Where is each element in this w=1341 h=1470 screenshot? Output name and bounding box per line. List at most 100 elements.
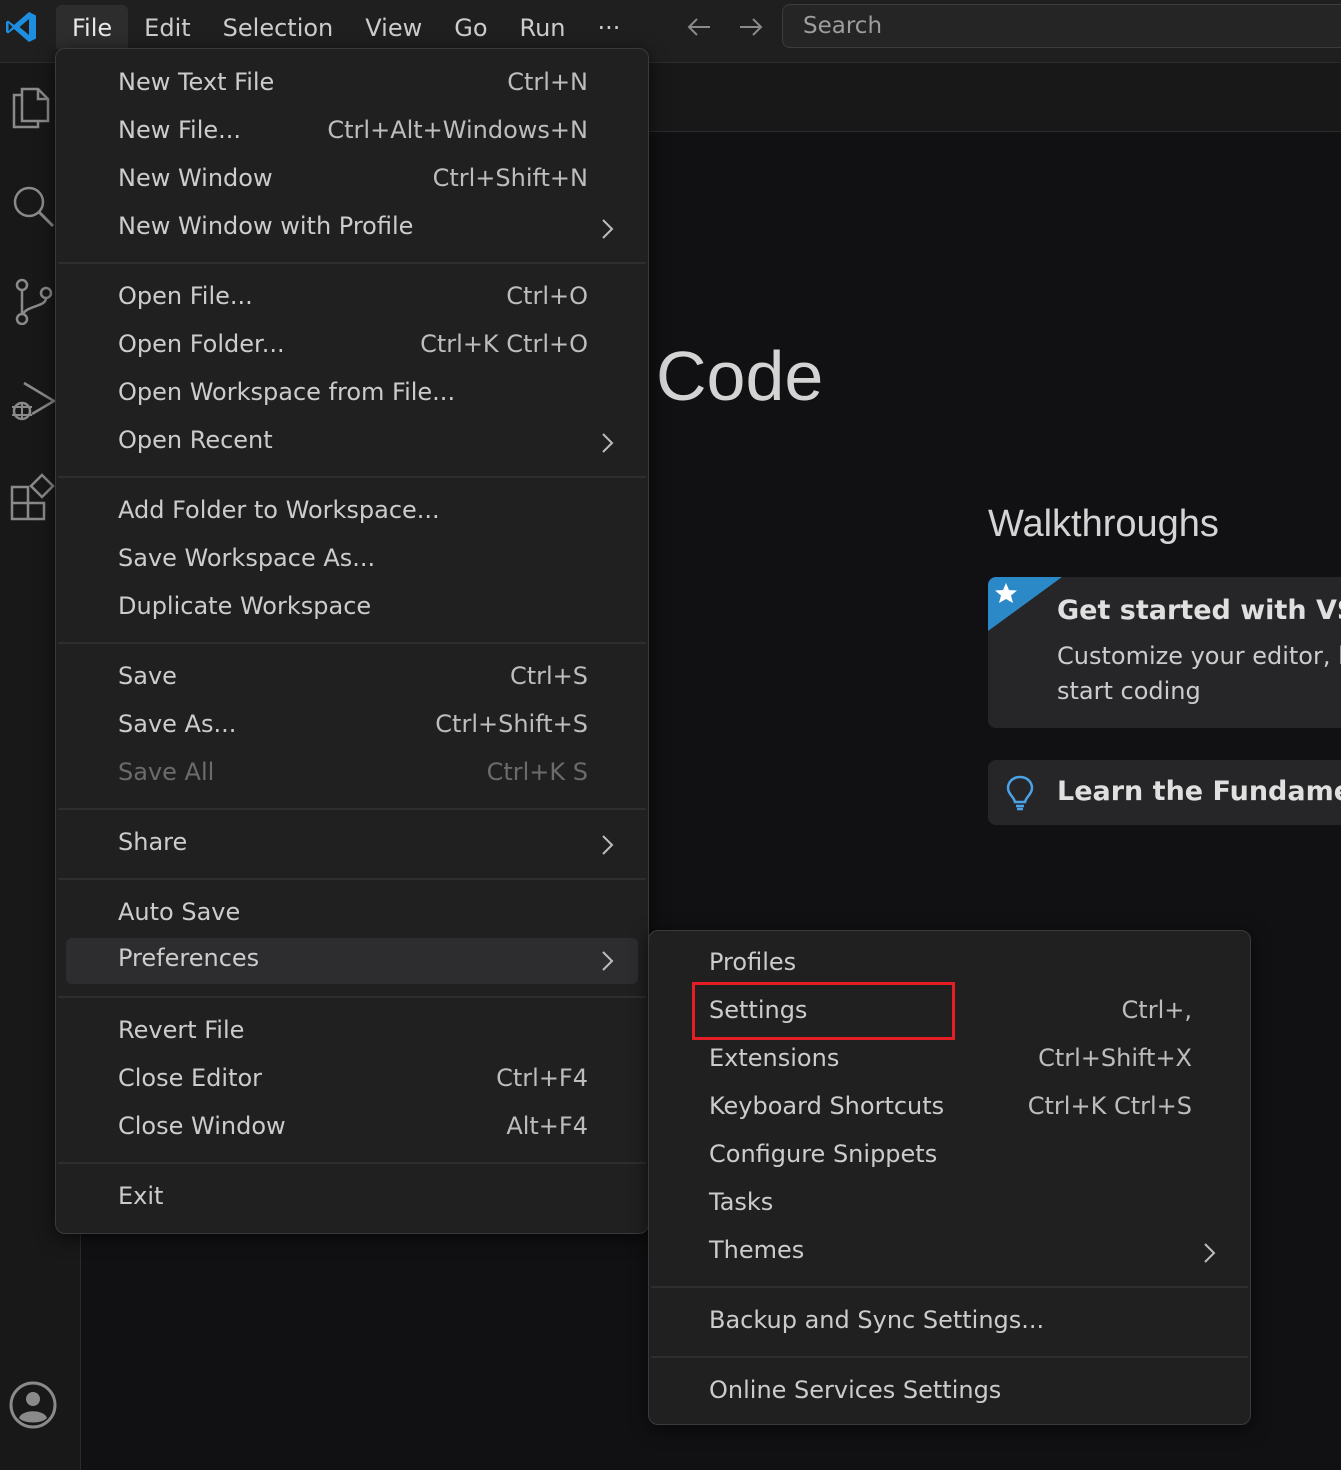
- menu-separator: [58, 476, 646, 478]
- menu-view[interactable]: View: [349, 5, 438, 51]
- item-label: Online Services Settings: [709, 1376, 1002, 1404]
- menu-overflow[interactable]: ···: [582, 5, 637, 51]
- menu-item-extensions[interactable]: Extensions Ctrl+Shift+X: [659, 1038, 1240, 1084]
- menu-item-save[interactable]: Save Ctrl+S: [66, 656, 638, 702]
- item-label: Save All: [118, 758, 215, 786]
- menu-separator: [58, 878, 646, 880]
- menu-item-preferences[interactable]: Preferences: [66, 938, 638, 984]
- item-label: New Window: [118, 164, 273, 192]
- chevron-right-icon: [602, 951, 614, 971]
- search-label: Search: [803, 13, 883, 39]
- menu-item-close-editor[interactable]: Close Editor Ctrl+F4: [66, 1058, 638, 1104]
- menu-item-save-as[interactable]: Save As... Ctrl+Shift+S: [66, 704, 638, 750]
- menu-item-add-folder-to-workspace[interactable]: Add Folder to Workspace...: [66, 490, 638, 536]
- menu-run[interactable]: Run: [504, 5, 582, 51]
- item-label: Save As...: [118, 710, 237, 738]
- item-label: Open Folder...: [118, 330, 285, 358]
- menu-separator: [651, 1286, 1248, 1288]
- settings-highlight-box: [692, 982, 955, 1040]
- menu-item-new-text-file[interactable]: New Text File Ctrl+N: [66, 62, 638, 108]
- account-icon[interactable]: [8, 1380, 58, 1430]
- menu-item-online-services-settings[interactable]: Online Services Settings: [659, 1370, 1240, 1416]
- item-label: Revert File: [118, 1016, 245, 1044]
- menu-item-new-window[interactable]: New Window Ctrl+Shift+N: [66, 158, 638, 204]
- extensions-icon[interactable]: [8, 473, 56, 521]
- menu-item-open-workspace-from-file[interactable]: Open Workspace from File...: [66, 372, 638, 418]
- menu-item-save-all: Save All Ctrl+K S: [66, 752, 638, 798]
- menu-go[interactable]: Go: [438, 5, 503, 51]
- menu-item-exit[interactable]: Exit: [66, 1176, 638, 1222]
- item-label: Open Workspace from File...: [118, 378, 456, 406]
- item-label: Share: [118, 828, 188, 856]
- menu-item-new-file[interactable]: New File... Ctrl+Alt+Windows+N: [66, 110, 638, 156]
- run-debug-icon[interactable]: [8, 377, 56, 425]
- item-label: Duplicate Workspace: [118, 592, 372, 620]
- menu-item-auto-save[interactable]: Auto Save: [66, 892, 638, 938]
- item-label: Preferences: [118, 944, 260, 972]
- item-label: Extensions: [709, 1044, 840, 1072]
- menu-separator: [58, 996, 646, 998]
- walkthrough-card-fundamentals[interactable]: Learn the Fundamenta: [988, 760, 1341, 825]
- arrow-right-icon[interactable]: [736, 12, 766, 42]
- menu-item-open-file[interactable]: Open File... Ctrl+O: [66, 276, 638, 322]
- item-shortcut: Ctrl+K Ctrl+S: [1027, 1092, 1192, 1120]
- item-shortcut: Ctrl+S: [509, 662, 588, 690]
- menu-item-backup-sync-settings[interactable]: Backup and Sync Settings...: [659, 1300, 1240, 1346]
- menu-separator: [58, 262, 646, 264]
- vscode-logo-icon[interactable]: [4, 10, 38, 44]
- search-icon[interactable]: [8, 181, 56, 229]
- welcome-title: Code: [656, 337, 824, 415]
- menu-item-revert-file[interactable]: Revert File: [66, 1010, 638, 1056]
- menu-item-configure-snippets[interactable]: Configure Snippets: [659, 1134, 1240, 1180]
- item-label: Profiles: [709, 948, 797, 976]
- item-label: Keyboard Shortcuts: [709, 1092, 945, 1120]
- item-shortcut: Ctrl+K S: [486, 758, 588, 786]
- item-shortcut: Ctrl+N: [507, 68, 588, 96]
- menu-item-close-window[interactable]: Close Window Alt+F4: [66, 1106, 638, 1152]
- walkthrough-card-get-started[interactable]: Get started with VS Co Customize your ed…: [988, 577, 1341, 728]
- menu-item-tasks[interactable]: Tasks: [659, 1182, 1240, 1228]
- item-label: Open File...: [118, 282, 253, 310]
- menu-selection[interactable]: Selection: [207, 5, 350, 51]
- menu-item-new-window-with-profile[interactable]: New Window with Profile: [66, 206, 638, 252]
- menu-item-open-folder[interactable]: Open Folder... Ctrl+K Ctrl+O: [66, 324, 638, 370]
- item-label: Add Folder to Workspace...: [118, 496, 440, 524]
- file-menu: New Text File Ctrl+N New File... Ctrl+Al…: [55, 48, 649, 1234]
- arrow-left-icon[interactable]: [684, 12, 714, 42]
- explorer-icon[interactable]: [8, 83, 56, 131]
- chevron-right-icon: [602, 433, 614, 453]
- menu-separator: [58, 642, 646, 644]
- item-label: Close Window: [118, 1112, 286, 1140]
- menu-item-open-recent[interactable]: Open Recent: [66, 420, 638, 466]
- source-control-icon[interactable]: [8, 277, 56, 325]
- card-title: Get started with VS Co: [1057, 595, 1341, 626]
- menu-item-duplicate-workspace[interactable]: Duplicate Workspace: [66, 586, 638, 632]
- menu-edit[interactable]: Edit: [128, 5, 206, 51]
- item-label: Exit: [118, 1182, 164, 1210]
- item-label: New Text File: [118, 68, 275, 96]
- menu-item-themes[interactable]: Themes: [659, 1230, 1240, 1276]
- chevron-right-icon: [1204, 1243, 1216, 1263]
- menu-item-save-workspace-as[interactable]: Save Workspace As...: [66, 538, 638, 584]
- item-label: Close Editor: [118, 1064, 263, 1092]
- walkthroughs-heading: Walkthroughs: [988, 503, 1219, 545]
- item-shortcut: Ctrl+Shift+X: [1038, 1044, 1192, 1072]
- item-label: Backup and Sync Settings...: [709, 1306, 1045, 1334]
- item-shortcut: Ctrl+Shift+S: [435, 710, 588, 738]
- item-shortcut: Ctrl+Shift+N: [432, 164, 588, 192]
- command-center-search[interactable]: Search: [782, 4, 1341, 48]
- menu-separator: [651, 1356, 1248, 1358]
- card-description: Customize your editor, le start coding: [1057, 642, 1341, 705]
- menu-file[interactable]: File: [56, 5, 129, 51]
- item-shortcut: Ctrl+F4: [496, 1064, 588, 1092]
- item-label: Auto Save: [118, 898, 241, 926]
- item-label: Save Workspace As...: [118, 544, 376, 572]
- menu-bar: File Edit Selection View Go Run ···: [56, 4, 636, 52]
- menu-item-share[interactable]: Share: [66, 822, 638, 868]
- menu-item-keyboard-shortcuts[interactable]: Keyboard Shortcuts Ctrl+K Ctrl+S: [659, 1086, 1240, 1132]
- item-shortcut: Alt+F4: [506, 1112, 588, 1140]
- item-shortcut: Ctrl+K Ctrl+O: [420, 330, 588, 358]
- item-label: New File...: [118, 116, 242, 144]
- item-shortcut: Ctrl+O: [506, 282, 588, 310]
- card-title: Learn the Fundamenta: [1057, 776, 1341, 807]
